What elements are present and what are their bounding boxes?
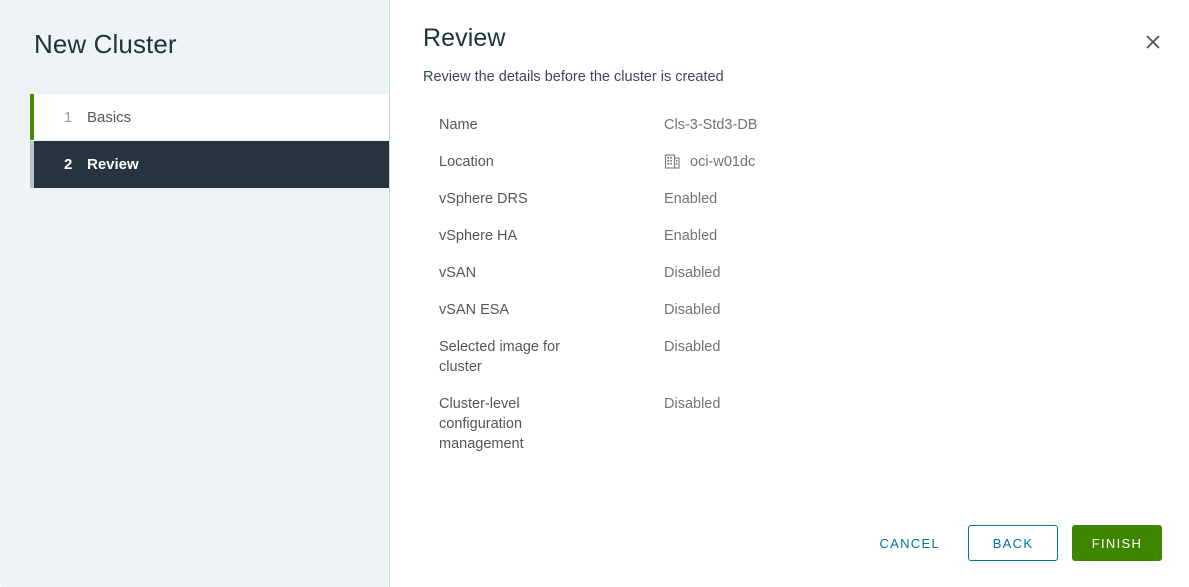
detail-row: Name Cls-3-Std3-DB: [439, 115, 999, 135]
detail-value: Disabled: [664, 263, 720, 283]
detail-row: vSAN ESA Disabled: [439, 300, 999, 320]
detail-row: vSAN Disabled: [439, 263, 999, 283]
detail-value-text: Disabled: [664, 396, 721, 412]
wizard-footer: CANCEL BACK FINISH: [863, 525, 1162, 561]
page-title: Review: [423, 24, 506, 52]
detail-row: Location oci-w01dc: [439, 152, 999, 172]
sidebar-step-review[interactable]: 2 Review: [30, 141, 389, 188]
new-cluster-wizard: New Cluster 1 Basics 2 Review Review Rev…: [0, 0, 1189, 587]
detail-value: Disabled: [664, 337, 720, 357]
back-button[interactable]: BACK: [968, 525, 1058, 561]
detail-value: Enabled: [664, 226, 717, 246]
detail-label: vSphere HA: [439, 228, 518, 244]
wizard-content: Review Review the details before the clu…: [390, 0, 1189, 587]
step-status-bar-completed: [30, 94, 34, 140]
page-subtitle: Review the details before the cluster is…: [423, 69, 724, 85]
detail-row: vSphere HA Enabled: [439, 226, 999, 246]
detail-value-text: Enabled: [664, 228, 718, 244]
detail-value: Disabled: [664, 394, 720, 414]
detail-value-text: oci-w01dc: [690, 154, 756, 170]
content-header: Review Review the details before the clu…: [390, 0, 1189, 87]
detail-value-text: Disabled: [664, 302, 721, 318]
wizard-stepper: 1 Basics 2 Review: [0, 94, 389, 188]
detail-value: Cls-3-Std3-DB: [664, 115, 757, 135]
finish-button[interactable]: FINISH: [1072, 525, 1162, 561]
detail-label: Selected image for cluster: [439, 339, 560, 375]
detail-label: vSAN: [439, 265, 477, 281]
detail-label: vSAN ESA: [439, 302, 510, 318]
detail-row: Cluster-level configuration management D…: [439, 394, 999, 454]
step-label: Basics: [87, 108, 132, 126]
wizard-sidebar: New Cluster 1 Basics 2 Review: [0, 0, 390, 587]
detail-value-text: Enabled: [664, 191, 718, 207]
step-label: Review: [87, 156, 139, 173]
wizard-title: New Cluster: [34, 29, 177, 59]
detail-label: Location: [439, 154, 494, 170]
detail-label: Cluster-level configuration management: [439, 396, 524, 452]
detail-value-text: Cls-3-Std3-DB: [664, 117, 758, 133]
step-number: 1: [64, 108, 73, 126]
detail-label: vSphere DRS: [439, 191, 528, 207]
detail-value-text: Disabled: [664, 339, 721, 355]
step-status-bar-active: [30, 141, 34, 188]
detail-value: Disabled: [664, 300, 720, 320]
datacenter-icon: [664, 153, 681, 170]
detail-label: Name: [439, 117, 478, 133]
detail-row: vSphere DRS Enabled: [439, 189, 999, 209]
detail-value-text: Disabled: [664, 265, 721, 281]
detail-value: Enabled: [664, 189, 717, 209]
cancel-button[interactable]: CANCEL: [863, 525, 956, 561]
sidebar-step-basics[interactable]: 1 Basics: [30, 94, 389, 141]
step-number: 2: [64, 156, 73, 173]
detail-value: oci-w01dc: [664, 152, 755, 172]
close-icon[interactable]: [1139, 28, 1167, 56]
detail-row: Selected image for cluster Disabled: [439, 337, 999, 377]
review-details-list: Name Cls-3-Std3-DB Location oci-w01dc vS…: [390, 115, 999, 454]
